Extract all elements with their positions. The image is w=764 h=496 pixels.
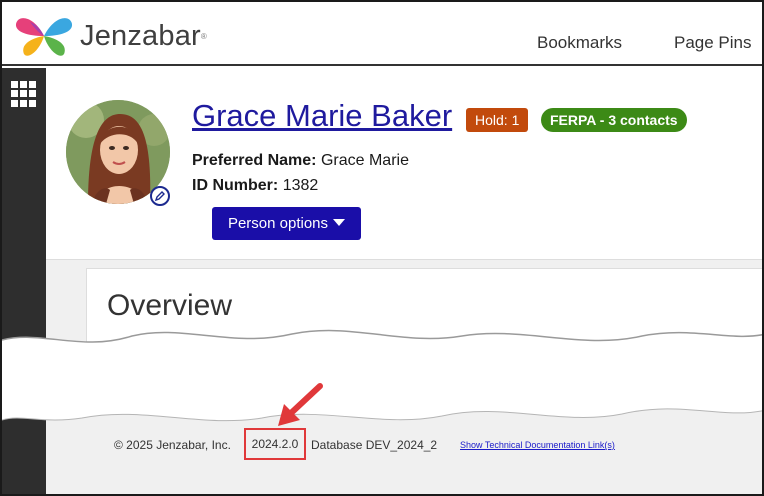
person-name-link[interactable]: Grace Marie Baker (192, 98, 452, 134)
preferred-name-field: Preferred Name: Grace Marie (192, 152, 409, 170)
app-window: Jenzabar ® Bookmarks Page Pins Grace Mar… (0, 0, 764, 496)
preferred-name-label: Preferred Name: (192, 152, 317, 169)
preferred-name-value: Grace Marie (320, 152, 409, 169)
id-number-field: ID Number: 1382 (192, 177, 318, 195)
jenzabar-logo[interactable]: Jenzabar ® (14, 14, 207, 58)
torn-edge-divider (2, 329, 762, 422)
version-number: 2024.2.0 (244, 428, 306, 460)
caret-down-icon (333, 219, 346, 226)
person-options-button[interactable]: Person options (212, 207, 361, 240)
nav-page-pins[interactable]: Page Pins (674, 33, 752, 53)
trademark-mark: ® (200, 31, 207, 41)
hold-badge[interactable]: Hold: 1 (466, 108, 529, 132)
edit-photo-icon[interactable] (150, 186, 170, 206)
brand-name: Jenzabar (80, 19, 201, 52)
app-grid-icon[interactable] (11, 81, 37, 107)
nav-bookmarks[interactable]: Bookmarks (537, 33, 622, 53)
database-name: Database DEV_2024_2 (311, 438, 438, 452)
overview-title: Overview (107, 289, 233, 322)
top-header: Jenzabar ® Bookmarks Page Pins (2, 2, 762, 66)
footer-copyright: © 2025 Jenzabar, Inc. (114, 438, 231, 452)
technical-documentation-link[interactable]: Show Technical Documentation Link(s) (460, 440, 615, 450)
id-number-value: 1382 (282, 177, 319, 194)
person-header: Grace Marie Baker Hold: 1 FERPA - 3 cont… (46, 68, 762, 260)
person-options-label: Person options (227, 215, 329, 232)
version-text: 2024.2.0 (251, 437, 299, 451)
butterfly-logo-icon (15, 18, 73, 56)
ferpa-badge[interactable]: FERPA - 3 contacts (541, 108, 687, 132)
id-number-label: ID Number: (192, 177, 279, 194)
callout-arrow-icon (278, 383, 323, 426)
